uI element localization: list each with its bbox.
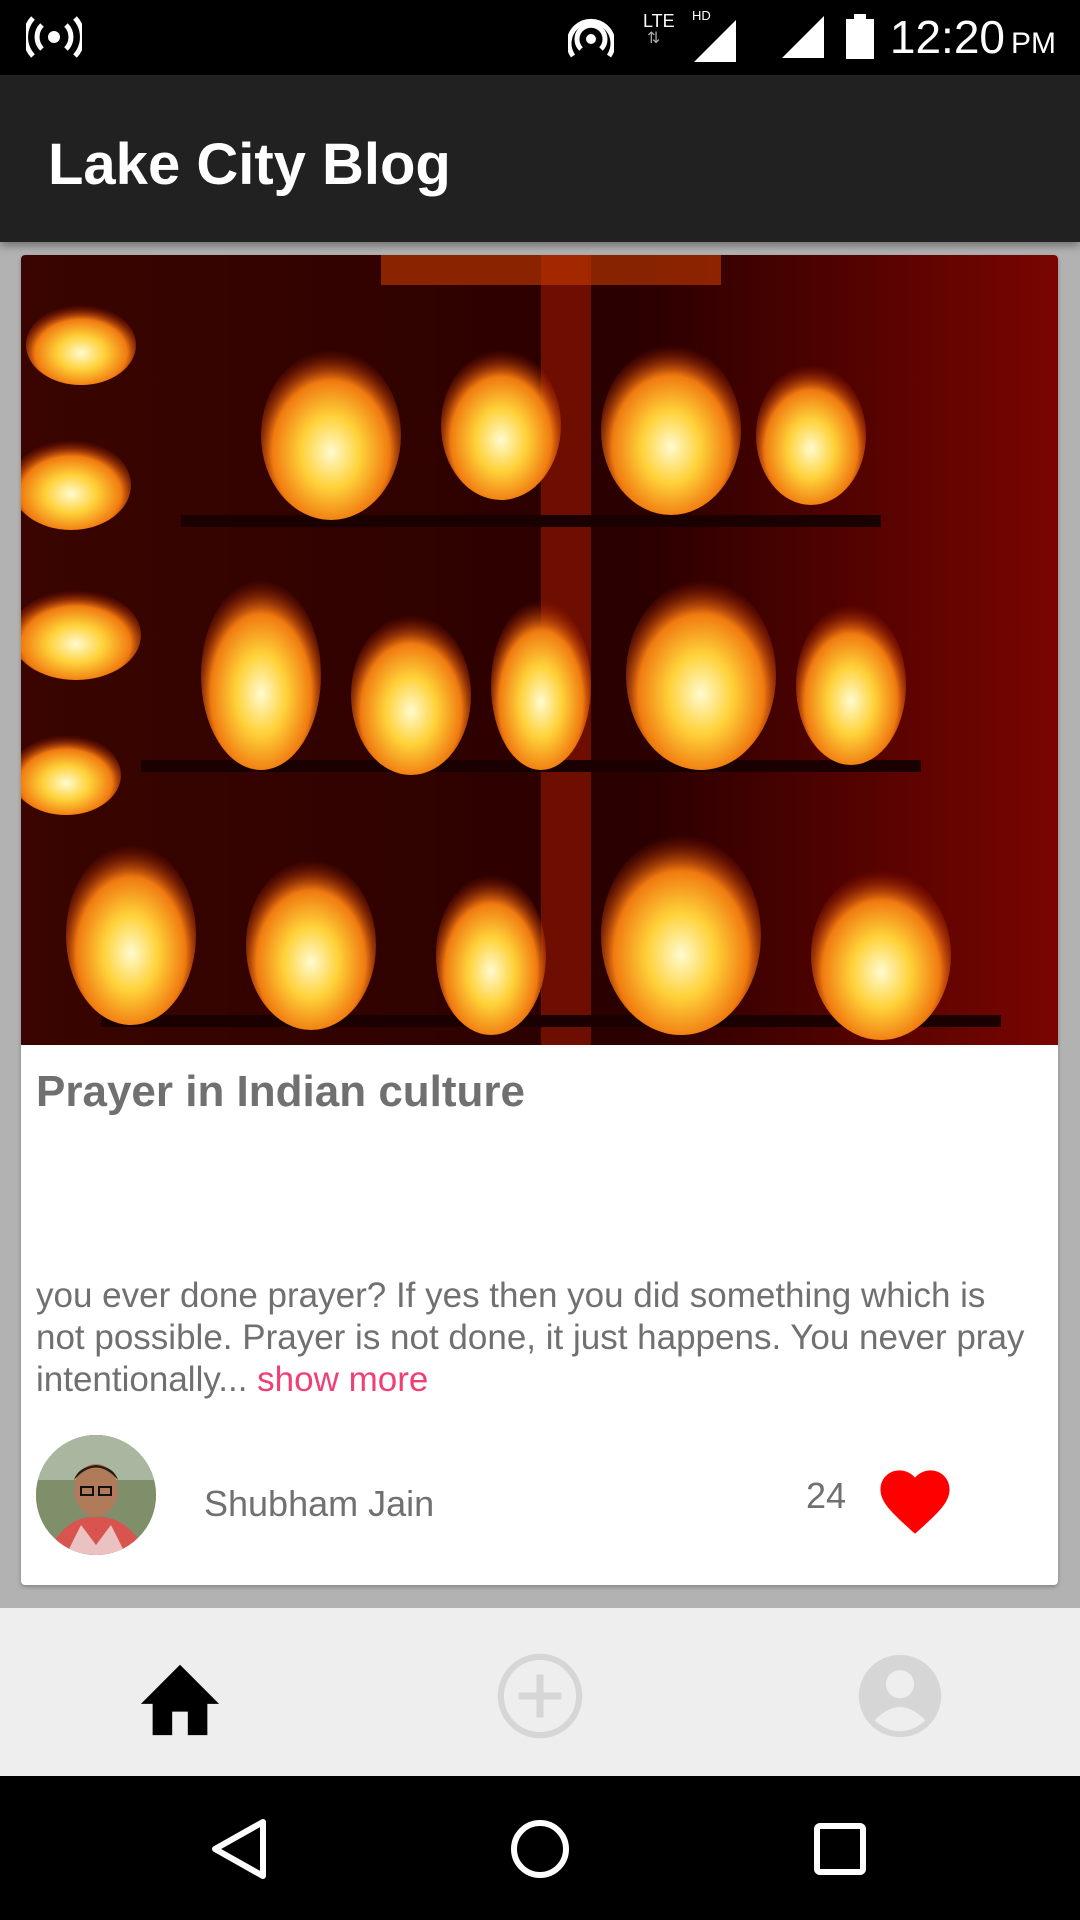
like-count: 24 [806,1475,847,1516]
hotspot-icon [26,16,82,58]
avatar[interactable] [36,1435,156,1555]
add-circle-icon [497,1653,583,1739]
nav-add-post-button[interactable] [490,1646,590,1746]
recents-icon[interactable] [805,1814,875,1884]
author-name[interactable]: Shubham Jain [204,1483,434,1525]
lte-label: LTE [643,11,675,31]
status-bar: LTE ⇅ HD 12:20 PM [0,0,1080,75]
post-excerpt: you ever done prayer? If yes then you di… [36,1275,1041,1401]
home-circle-icon[interactable] [505,1814,575,1884]
back-icon[interactable] [205,1814,275,1884]
nav-home-button[interactable] [130,1646,230,1746]
system-navigation-bar [0,1776,1080,1920]
bottom-navigation [0,1608,1080,1776]
signal-icon [782,16,824,58]
post-card[interactable]: Prayer in Indian culture you ever done p… [21,255,1058,1585]
status-time: 12:20 PM [890,10,1056,64]
battery-icon [846,14,874,59]
post-image[interactable] [21,255,1058,1045]
clock-ampm: PM [1011,27,1056,60]
lte-data-icon: LTE ⇅ [643,11,675,47]
nav-profile-button[interactable] [850,1646,950,1746]
show-more-link[interactable]: show more [257,1360,428,1399]
heart-icon[interactable] [873,1460,957,1536]
post-title[interactable]: Prayer in Indian culture [36,1067,525,1117]
account-circle-icon [858,1654,942,1738]
app-bar: Lake City Blog [0,75,1080,242]
clock: 12:20 [889,11,1005,63]
wifi-tethering-icon [568,18,614,58]
post-excerpt-text: you ever done prayer? If yes then you di… [36,1276,1025,1399]
home-icon [140,1664,220,1736]
app-title: Lake City Blog [48,132,451,197]
